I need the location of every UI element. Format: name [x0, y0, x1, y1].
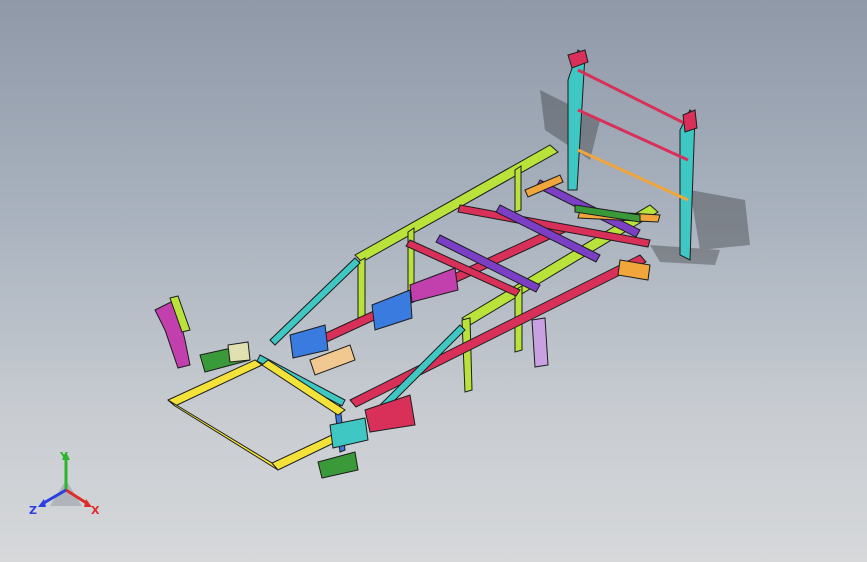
upper-left-rail[interactable]: [354, 144, 559, 323]
triad-x-label: X: [91, 504, 100, 517]
assembly-model[interactable]: [0, 0, 867, 562]
triad-z-label: Z: [29, 504, 37, 517]
triad-y-label: Y: [60, 450, 68, 463]
z-arrow-icon: [38, 499, 46, 507]
front-bumper-frame[interactable]: [167, 359, 346, 471]
graphics-viewport[interactable]: Y X Z: [0, 0, 867, 562]
main-chassis-rails[interactable]: [299, 204, 651, 408]
